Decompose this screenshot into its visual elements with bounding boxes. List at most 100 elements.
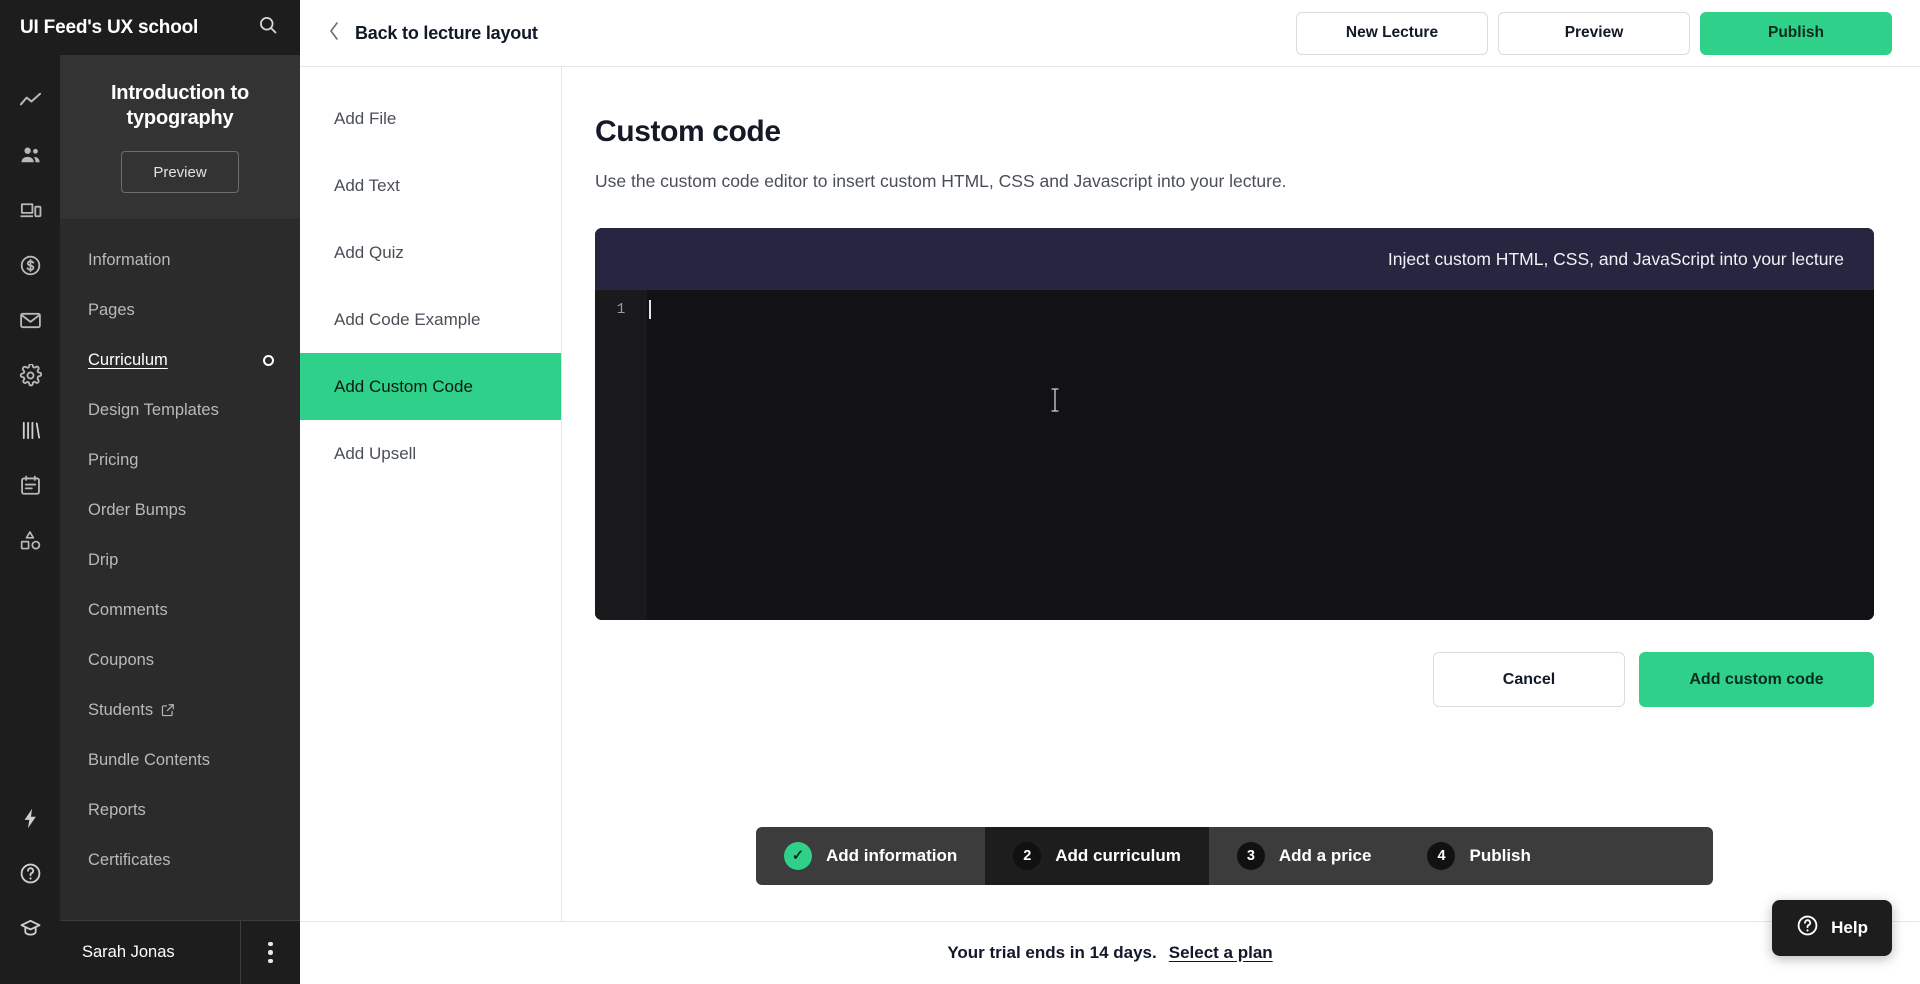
sidebar-item-pricing[interactable]: Pricing — [60, 435, 300, 485]
sidebar-item-information[interactable]: Information — [60, 235, 300, 285]
content-row: Add File Add Text Add Quiz Add Code Example… — [300, 67, 1920, 921]
sidebar-item-label-wrap: Pages — [88, 301, 135, 320]
devices-icon[interactable] — [0, 183, 60, 238]
sidebar-item-reports[interactable]: Reports — [60, 785, 300, 835]
user-profile-bar[interactable]: Sarah Jonas — [60, 920, 300, 984]
step-4[interactable]: 4 Publish — [1399, 827, 1558, 885]
sidebar-item-label: Drip — [88, 550, 119, 569]
add-block-list: Add File Add Text Add Quiz Add Code Example… — [300, 67, 562, 921]
gear-icon[interactable] — [0, 348, 60, 403]
calendar-note-icon[interactable] — [0, 458, 60, 513]
sidebar-item-order-bumps[interactable]: Order Bumps — [60, 485, 300, 535]
sidebar-item-label: Information — [88, 250, 171, 269]
code-editor-body[interactable]: 1 — [595, 290, 1874, 620]
cancel-button[interactable]: Cancel — [1433, 652, 1625, 707]
rail-bottom-group — [0, 791, 60, 984]
add-block-add-upsell[interactable]: Add Upsell — [300, 420, 561, 487]
sidebar-item-comments[interactable]: Comments — [60, 585, 300, 635]
chevron-left-icon — [328, 21, 341, 46]
step-number-badge: 2 — [1013, 842, 1042, 870]
sidebar-item-label-wrap: Certificates — [88, 851, 171, 870]
add-block-label: Add Text — [334, 175, 400, 195]
add-block-add-text[interactable]: Add Text — [300, 152, 561, 219]
ibeam-cursor — [1050, 387, 1060, 413]
stepper-container: ✓ Add information 2 Add curriculum 3 Add a pr… — [595, 827, 1874, 921]
sidebar-item-label-wrap: Pricing — [88, 451, 138, 470]
sidebar-item-label-wrap: Reports — [88, 801, 146, 820]
books-icon[interactable] — [0, 403, 60, 458]
step-1[interactable]: ✓ Add information — [756, 827, 985, 885]
step-3[interactable]: 3 Add a price — [1209, 827, 1400, 885]
step-label: Add a price — [1278, 846, 1372, 865]
step-check-icon: ✓ — [784, 842, 812, 870]
search-icon[interactable] — [258, 15, 278, 40]
shapes-icon[interactable] — [0, 513, 60, 568]
sidebar-item-certificates[interactable]: Certificates — [60, 835, 300, 885]
top-toolbar: Back to lecture layout New Lecture Previ… — [300, 0, 1920, 67]
add-block-add-code-example[interactable]: Add Code Example — [300, 286, 561, 353]
sidebar-item-coupons[interactable]: Coupons — [60, 635, 300, 685]
dollar-circle-icon[interactable] — [0, 238, 60, 293]
lightning-icon[interactable] — [0, 791, 60, 846]
user-name: Sarah Jonas — [82, 943, 175, 961]
help-button[interactable]: Help — [1772, 900, 1892, 956]
step-2[interactable]: 2 Add curriculum — [985, 827, 1209, 885]
course-setup-stepper: ✓ Add information 2 Add curriculum 3 Add a pr… — [756, 827, 1713, 885]
sidebar-item-drip[interactable]: Drip — [60, 535, 300, 585]
code-editor-header: Inject custom HTML, CSS, and JavaScript … — [595, 228, 1874, 290]
sidebar-item-curriculum[interactable]: Curriculum — [60, 335, 300, 385]
page-subtitle: Use the custom code editor to insert cus… — [595, 171, 1287, 191]
new-lecture-button[interactable]: New Lecture — [1296, 11, 1488, 55]
graduation-cap-icon[interactable] — [0, 901, 60, 956]
sidebar-item-label: Comments — [88, 600, 168, 619]
sidebar-item-label: Pricing — [88, 450, 139, 469]
help-label: Help — [1831, 918, 1868, 937]
right-pane: Back to lecture layout New Lecture Previ… — [300, 0, 1920, 984]
back-to-lecture-layout-link[interactable]: Back to lecture layout — [328, 21, 538, 46]
envelope-icon[interactable] — [0, 293, 60, 348]
status-indicator-dot — [263, 354, 274, 366]
sidebar-item-label: Reports — [88, 800, 146, 819]
add-block-add-file[interactable]: Add File — [300, 85, 561, 152]
add-custom-code-button[interactable]: Add custom code — [1639, 652, 1874, 707]
sidebar-item-label: Pages — [88, 300, 135, 319]
add-block-add-quiz[interactable]: Add Quiz — [300, 219, 561, 286]
sidebar-item-bundle-contents[interactable]: Bundle Contents — [60, 735, 300, 785]
step-label: Publish — [1469, 846, 1531, 865]
code-input-area[interactable] — [647, 290, 1874, 620]
add-block-label: Add File — [334, 108, 397, 128]
preview-button[interactable]: Preview — [1498, 11, 1690, 55]
step-number-badge: 4 — [1427, 842, 1456, 870]
sidebar-item-label: Coupons — [88, 650, 155, 669]
sidebar-item-label: Students — [88, 700, 154, 719]
sidebar-item-students[interactable]: Students — [60, 685, 300, 735]
sidebar-item-label-wrap: Bundle Contents — [88, 751, 210, 770]
add-block-label: Add Upsell — [334, 443, 417, 463]
brand-bar: UI Feed's UX school — [0, 0, 300, 55]
people-icon[interactable] — [0, 128, 60, 183]
sidebar-item-label: Bundle Contents — [88, 750, 211, 769]
kebab-menu-icon[interactable] — [240, 920, 300, 984]
back-label: Back to lecture layout — [355, 22, 538, 43]
text-caret — [649, 300, 651, 319]
trial-banner: Your trial ends in 14 days. Select a pla… — [300, 921, 1920, 984]
question-circle-icon[interactable] — [0, 846, 60, 901]
select-a-plan-link[interactable]: Select a plan — [1169, 943, 1273, 963]
sidebar-item-pages[interactable]: Pages — [60, 285, 300, 335]
rail-icon-group — [0, 55, 60, 568]
main-content: Custom code Use the custom code editor t… — [562, 67, 1920, 921]
sidebar-item-label-wrap: Comments — [88, 601, 168, 620]
publish-button[interactable]: Publish — [1700, 11, 1892, 55]
course-header: Introduction to typography Preview — [60, 55, 300, 219]
sidebar-item-label-wrap: Design Templates — [88, 401, 219, 420]
sidebar-item-label-wrap: Coupons — [88, 651, 154, 670]
icon-rail — [0, 0, 60, 984]
sidebar-item-label-wrap: Curriculum — [88, 351, 168, 370]
analytics-icon[interactable] — [0, 73, 60, 128]
course-preview-button[interactable]: Preview — [121, 151, 239, 193]
code-editor[interactable]: Inject custom HTML, CSS, and JavaScript … — [595, 228, 1874, 620]
add-block-add-custom-code[interactable]: Add Custom Code — [300, 353, 561, 420]
step-number-badge: 3 — [1236, 842, 1265, 870]
sidebar-item-design-templates[interactable]: Design Templates — [60, 385, 300, 435]
sidebar-item-label-wrap: Information — [88, 251, 171, 270]
